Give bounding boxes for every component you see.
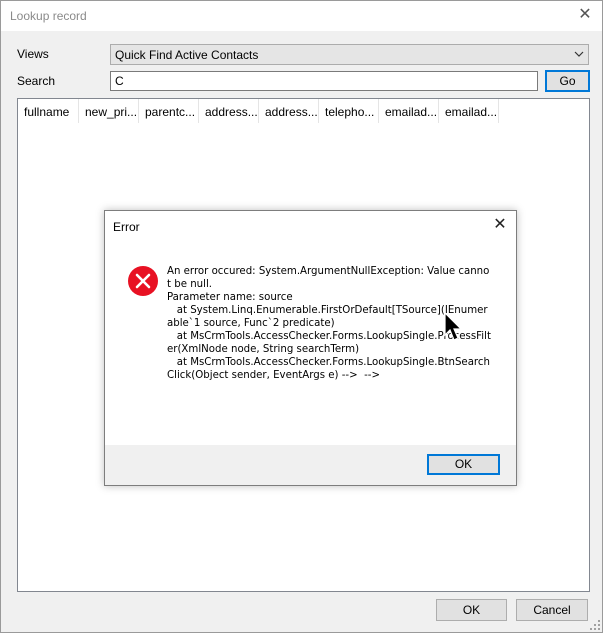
search-label: Search: [17, 74, 56, 88]
views-dropdown[interactable]: Quick Find Active Contacts: [110, 44, 589, 65]
window-title: Lookup record: [10, 9, 87, 23]
column-header-fullname[interactable]: fullname: [18, 99, 79, 123]
error-dialog-title: Error: [113, 220, 140, 234]
chevron-down-icon: [574, 51, 584, 57]
error-icon: [128, 266, 158, 296]
column-header-emailaddress1[interactable]: emailad...: [379, 99, 439, 123]
go-button[interactable]: Go: [545, 70, 590, 92]
error-dialog: Error ✕ An error occured: System.Argumen…: [104, 210, 517, 486]
column-header-parentc[interactable]: parentc...: [139, 99, 199, 123]
resize-grip-icon[interactable]: [590, 620, 600, 630]
column-header-address2[interactable]: address...: [259, 99, 319, 123]
ok-button[interactable]: OK: [436, 599, 507, 621]
close-icon[interactable]: ✕: [492, 216, 508, 234]
mouse-pointer-icon: [444, 312, 462, 341]
views-label: Views: [17, 47, 49, 61]
search-input[interactable]: C: [110, 71, 538, 91]
search-input-value: C: [115, 74, 124, 88]
cancel-button[interactable]: Cancel: [516, 599, 588, 621]
column-header-telephone[interactable]: telepho...: [319, 99, 379, 123]
close-icon[interactable]: ✕: [577, 6, 593, 24]
column-header-new-pri[interactable]: new_pri...: [79, 99, 139, 123]
views-selected-value: Quick Find Active Contacts: [115, 48, 259, 62]
column-header-address1[interactable]: address...: [199, 99, 259, 123]
error-dialog-footer: OK: [105, 445, 516, 485]
error-ok-button[interactable]: OK: [427, 454, 500, 475]
title-bar: Lookup record ✕: [1, 1, 602, 31]
column-header-emailaddress2[interactable]: emailad...: [439, 99, 499, 123]
